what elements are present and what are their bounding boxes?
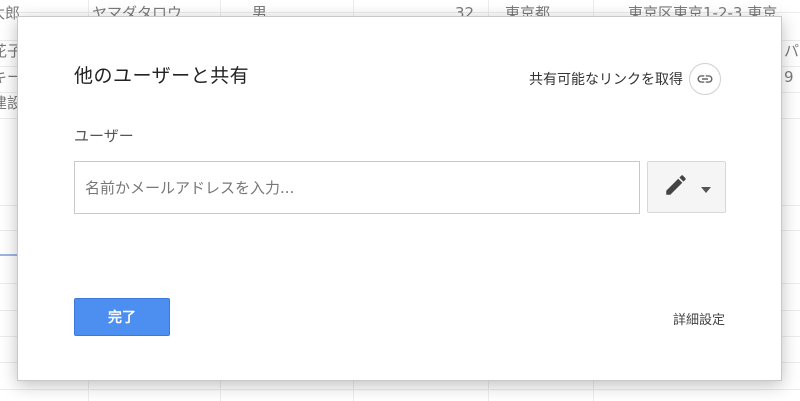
pencil-icon (663, 172, 689, 202)
done-button[interactable]: 完了 (74, 298, 170, 336)
get-shareable-link-label: 共有可能なリンクを取得 (529, 72, 683, 88)
get-shareable-link-button[interactable]: 共有可能なリンクを取得 (529, 63, 721, 95)
advanced-settings-link[interactable]: 詳細設定 (673, 309, 725, 328)
link-icon[interactable] (689, 63, 721, 95)
permission-dropdown-button[interactable] (647, 161, 726, 213)
caret-down-icon (700, 178, 711, 197)
dialog-title: 他のユーザーと共有 (74, 65, 250, 87)
people-input[interactable] (74, 161, 640, 214)
users-label: ユーザー (74, 127, 134, 145)
share-dialog: 他のユーザーと共有 共有可能なリンクを取得 ユーザー 完了 詳細設定 (17, 16, 782, 381)
